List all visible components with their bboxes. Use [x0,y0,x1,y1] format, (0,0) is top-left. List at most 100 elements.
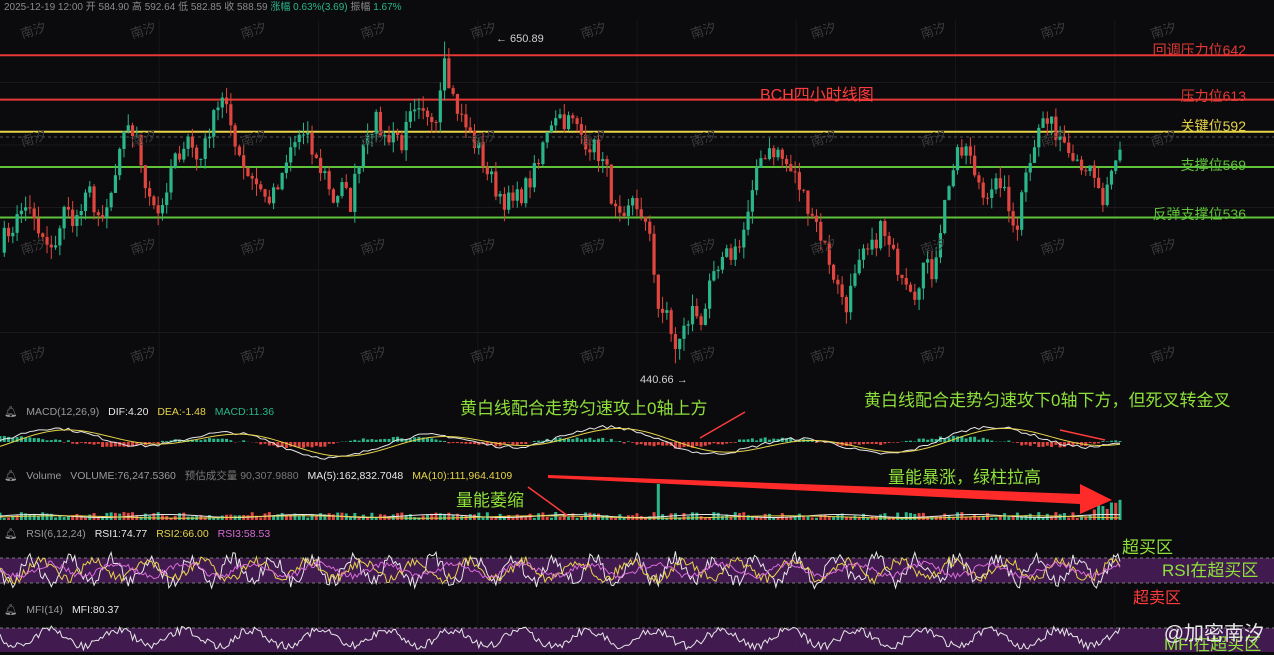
candle-body [174,153,177,168]
candle-body [24,207,27,210]
macd-bar [965,438,968,442]
candle-body [554,118,557,125]
macd-bar [593,440,596,442]
volume-bar [370,513,373,520]
volume-bar [802,516,805,520]
macd-bar [225,439,228,442]
macd-bar [648,442,651,445]
candle-body [717,270,720,271]
candle-body [537,163,540,164]
candle-body [952,170,955,186]
candle-body [905,278,908,285]
volume-bar [614,518,617,520]
candle-body [640,209,643,216]
macd-bar [657,442,660,445]
candle-body [251,176,254,179]
macd-bar [439,441,442,442]
volume-bar [157,512,160,520]
candle-body [84,193,87,211]
volume-bar [54,517,57,520]
candle-body [1110,171,1113,185]
macd-bar [1042,442,1045,447]
volume-bar [122,512,125,520]
macd-bar [37,438,40,442]
macd-bar [456,442,459,443]
candle-body [845,297,848,312]
macd-bar [28,437,31,442]
volume-bar [563,515,566,520]
candle-body [430,117,433,122]
volume-bar [559,517,562,520]
candle-body [734,246,737,259]
candle-body [396,133,399,135]
annotation-macd-down: 黄白线配合走势匀速攻下0轴下方，但死叉转金叉 [864,386,1230,411]
bell-icon[interactable]: 🔔︎ [4,406,17,418]
candle-body [349,188,352,212]
candle-body [794,171,797,172]
volume-name: Volume [26,470,61,482]
bell-icon[interactable]: 🔔︎ [4,528,17,540]
candle-body [225,98,228,105]
candle-body [618,206,621,213]
macd-bar [464,442,467,444]
volume-value: VOLUME:76,247.5360 [70,470,176,482]
candle-body [909,285,912,292]
macd-bar [627,441,630,442]
volume-bar [836,515,839,520]
candle-body [614,204,617,207]
volume-bar [426,515,429,520]
macd-bar [41,439,44,442]
macd-bar [1089,442,1092,443]
candle-body [849,286,852,312]
volume-bar [580,517,583,520]
volume-bar [990,518,993,520]
volume-bar [447,513,450,520]
candle-body [191,137,194,148]
candle-body [285,163,288,173]
macd-bar [610,439,613,442]
ohlc-amp-label: 振幅 [350,2,370,13]
candle-body [661,309,664,313]
volume-bar [550,518,553,520]
chart-title: BCH四小时线图 [760,81,874,105]
candle-body [994,178,997,189]
macd-bar [105,442,108,447]
macd-bar [63,442,66,443]
macd-bar [443,441,446,442]
macd-bar [221,439,224,442]
rsi-1: RSI1:74.77 [95,528,148,540]
candle-body [345,182,348,188]
macd-bar [982,438,985,442]
macd-bar [597,439,600,442]
volume-bar [84,518,87,520]
macd-bar [375,440,378,442]
candle-body [969,146,972,155]
macd-bar [725,442,728,444]
macd-bar [747,439,750,442]
candle-body [682,326,685,339]
volume-bar [144,514,147,520]
macd-bar [1033,442,1036,444]
bell-icon[interactable]: 🔔︎ [4,604,17,616]
macd-bar [358,441,361,442]
candle-body [746,212,749,230]
macd-bar [1093,442,1096,444]
candle-body [721,257,724,270]
macd-bar [704,442,707,446]
macd-bar [452,442,455,443]
candle-body [670,310,673,334]
volume-bar [896,513,899,520]
volume-bar [695,513,698,520]
candle-body [802,190,805,191]
candle-body [832,265,835,280]
candle-body [503,194,506,210]
volume-bar [712,512,715,520]
macd-bar [1007,441,1010,442]
candle-body [144,165,147,188]
level-label-569: 支撑位569 [1181,155,1246,175]
candle-body [199,159,202,160]
macd-bar [362,438,365,442]
bell-icon[interactable]: 🔔︎ [4,470,17,482]
candle-body [447,58,450,88]
candle-body [507,193,510,210]
